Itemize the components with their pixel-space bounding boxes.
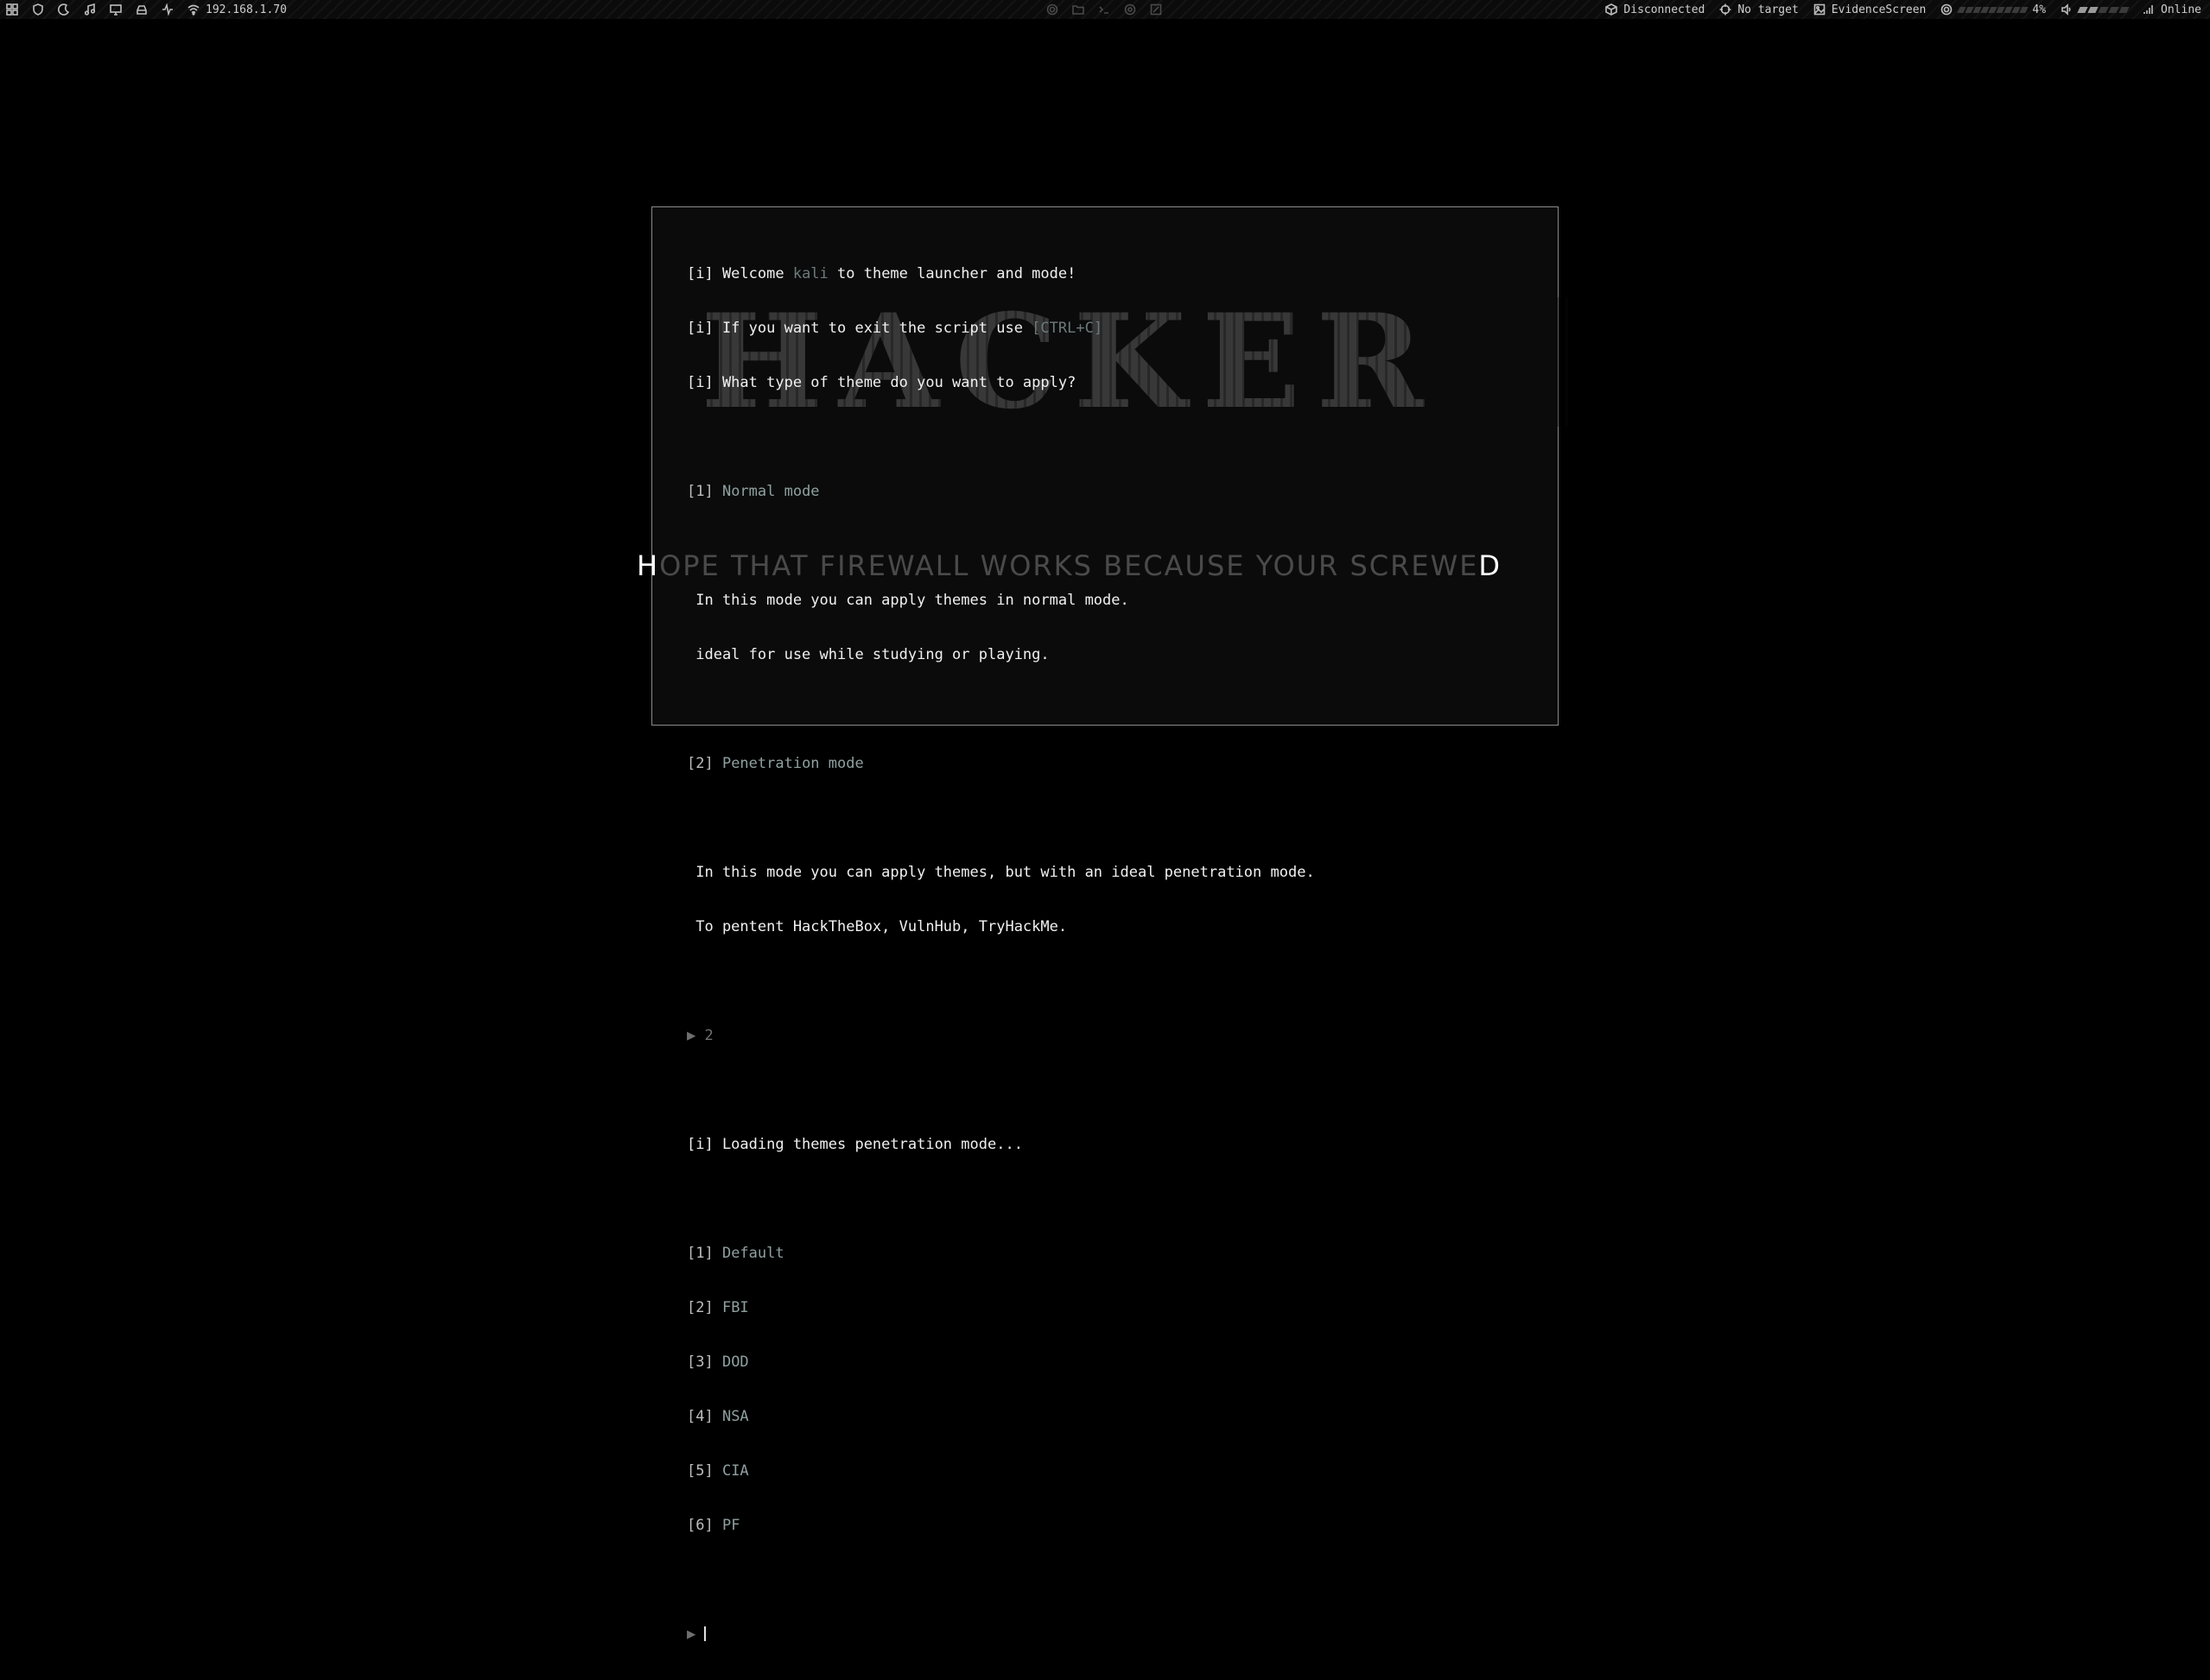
shield-icon[interactable] bbox=[31, 3, 45, 16]
theme-name: DOD bbox=[721, 1354, 749, 1371]
monitor-icon[interactable] bbox=[109, 3, 123, 16]
mode1-heading: [1] Normal mode bbox=[687, 483, 1540, 501]
vpn-status-text: Disconnected bbox=[1623, 3, 1705, 16]
prompt-arrow-icon: ▶ bbox=[687, 1027, 705, 1044]
theme-name: Default bbox=[721, 1245, 784, 1262]
drive-icon[interactable] bbox=[135, 3, 149, 16]
moon-icon[interactable] bbox=[57, 3, 71, 16]
mode1-name: Normal mode bbox=[721, 483, 820, 500]
theme-number: [3] bbox=[687, 1354, 722, 1371]
mode2-description-2: To pentent HackTheBox, VulnHub, TryHackM… bbox=[687, 918, 1068, 935]
terminal-icon[interactable] bbox=[1097, 3, 1111, 16]
theme-name: CIA bbox=[721, 1462, 749, 1480]
theme-option-6[interactable]: [6] PF bbox=[687, 1517, 1540, 1535]
cpu-usage: 4% bbox=[1940, 3, 2046, 16]
activity-icon[interactable] bbox=[161, 3, 175, 16]
grid-icon[interactable] bbox=[5, 3, 19, 16]
theme-option-4[interactable]: [4] NSA bbox=[687, 1408, 1540, 1426]
topbar-center bbox=[1045, 0, 1163, 19]
network-status-text: Online bbox=[2161, 3, 2201, 16]
speaker-icon bbox=[2060, 3, 2073, 16]
welcome-line: [i] Welcome kali to theme launcher and m… bbox=[687, 265, 1540, 283]
signal-icon bbox=[2142, 3, 2156, 16]
theme-option-3[interactable]: [3] DOD bbox=[687, 1354, 1540, 1372]
mode1-description-1: In this mode you can apply themes in nor… bbox=[687, 592, 1129, 609]
top-status-bar: 192.168.1.70 Disconnected No target Evid… bbox=[0, 0, 2210, 19]
mode1-number: [1] bbox=[687, 483, 722, 500]
evidence-screen-text: EvidenceScreen bbox=[1831, 3, 1927, 16]
slogan-first-letter: H bbox=[637, 549, 660, 582]
mode2-number: [2] bbox=[687, 755, 722, 772]
welcome-prefix: [i] Welcome bbox=[687, 265, 793, 282]
topbar-right: Disconnected No target EvidenceScreen 4%… bbox=[1604, 0, 2210, 19]
folder-icon[interactable] bbox=[1071, 3, 1085, 16]
vpn-status[interactable]: Disconnected bbox=[1604, 3, 1705, 16]
crosshair-icon bbox=[1718, 3, 1732, 16]
prompt-arrow-icon: ▶ bbox=[687, 1626, 705, 1643]
theme-number: [2] bbox=[687, 1299, 722, 1316]
browser-icon[interactable] bbox=[1123, 3, 1137, 16]
prompt-line-1: ▶ 2 bbox=[687, 1027, 1540, 1045]
cpu-bar bbox=[1957, 6, 2029, 13]
cpu-usage-text: 4% bbox=[2032, 3, 2047, 16]
text-cursor bbox=[704, 1626, 707, 1641]
question-line: [i] What type of theme do you want to ap… bbox=[687, 374, 1076, 391]
theme-number: [1] bbox=[687, 1245, 722, 1262]
prompt-line-2[interactable]: ▶ bbox=[687, 1626, 1540, 1644]
welcome-suffix: to theme launcher and mode! bbox=[828, 265, 1076, 282]
theme-number: [5] bbox=[687, 1462, 722, 1480]
terminal-window[interactable]: HACKER HOPE THAT FIREWALL WORKS BECAUSE … bbox=[637, 206, 1573, 1643]
theme-number: [6] bbox=[687, 1517, 722, 1534]
theme-name: PF bbox=[721, 1517, 740, 1534]
theme-name: FBI bbox=[721, 1299, 749, 1316]
mode2-heading: [2] Penetration mode bbox=[687, 755, 1540, 773]
theme-option-1[interactable]: [1] Default bbox=[687, 1245, 1540, 1263]
edit-icon[interactable] bbox=[1149, 3, 1163, 16]
topbar-left: 192.168.1.70 bbox=[0, 0, 287, 19]
mode2-name: Penetration mode bbox=[721, 755, 864, 772]
theme-option-2[interactable]: [2] FBI bbox=[687, 1299, 1540, 1317]
music-icon[interactable] bbox=[83, 3, 97, 16]
target-status-text: No target bbox=[1737, 3, 1799, 16]
terminal-output: [i] Welcome kali to theme launcher and m… bbox=[687, 229, 1540, 1680]
exit-prefix: [i] If you want to exit the script use bbox=[687, 320, 1032, 337]
ip-address[interactable]: 192.168.1.70 bbox=[187, 3, 287, 16]
settings-icon[interactable] bbox=[1045, 3, 1059, 16]
target-status[interactable]: No target bbox=[1718, 3, 1799, 16]
username: kali bbox=[792, 265, 829, 282]
exit-hint-line: [i] If you want to exit the script use [… bbox=[687, 320, 1540, 338]
box-icon bbox=[1604, 3, 1618, 16]
loading-line: [i] Loading themes penetration mode... bbox=[687, 1136, 1023, 1153]
prompt-input-1: 2 bbox=[704, 1027, 714, 1044]
cpu-icon bbox=[1940, 3, 1953, 16]
theme-option-5[interactable]: [5] CIA bbox=[687, 1462, 1540, 1480]
image-icon bbox=[1813, 3, 1826, 16]
ip-address-text: 192.168.1.70 bbox=[206, 3, 287, 16]
network-status[interactable]: Online bbox=[2142, 3, 2201, 16]
volume-control[interactable] bbox=[2060, 3, 2130, 16]
wifi-icon bbox=[187, 3, 200, 16]
mode2-description-1: In this mode you can apply themes, but w… bbox=[687, 864, 1315, 881]
evidence-screen[interactable]: EvidenceScreen bbox=[1813, 3, 1927, 16]
theme-name: NSA bbox=[721, 1408, 749, 1425]
mode1-description-2: ideal for use while studying or playing. bbox=[687, 646, 1050, 663]
volume-bar[interactable] bbox=[2077, 6, 2130, 13]
exit-key: [CTRL+C] bbox=[1032, 320, 1103, 337]
theme-number: [4] bbox=[687, 1408, 722, 1425]
